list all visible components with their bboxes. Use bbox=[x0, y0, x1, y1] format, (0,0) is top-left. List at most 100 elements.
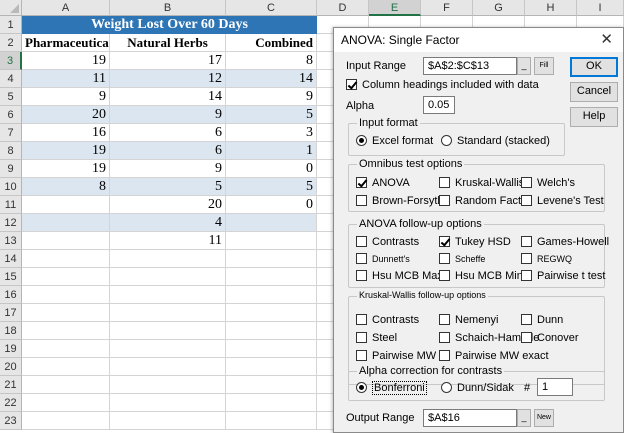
help-button[interactable]: Help bbox=[570, 107, 618, 127]
row-header-22[interactable]: 22 bbox=[0, 394, 22, 412]
empty-cell[interactable] bbox=[110, 340, 226, 358]
fill-button[interactable]: Fill bbox=[534, 57, 554, 75]
data-cell[interactable]: 19 bbox=[22, 52, 110, 70]
empty-cell[interactable] bbox=[22, 412, 110, 430]
column-headings-checkbox[interactable]: Column headings included with data bbox=[346, 79, 539, 93]
conover-checkbox[interactable]: Conover bbox=[521, 332, 579, 346]
empty-cell[interactable] bbox=[110, 250, 226, 268]
data-cell[interactable]: 8 bbox=[226, 52, 317, 70]
data-cell[interactable]: 3 bbox=[226, 124, 317, 142]
radio-excel-format[interactable]: Excel format bbox=[356, 135, 433, 149]
row-header-11[interactable]: 11 bbox=[0, 196, 22, 214]
new-button[interactable]: New bbox=[534, 409, 554, 427]
data-cell[interactable]: 14 bbox=[110, 88, 226, 106]
dunnett-checkbox[interactable]: Dunnett's bbox=[356, 253, 410, 267]
empty-cell[interactable] bbox=[22, 358, 110, 376]
data-cell[interactable] bbox=[22, 214, 110, 232]
header-cell-natural-herbs[interactable]: Natural Herbs bbox=[110, 34, 226, 52]
row-header-7[interactable]: 7 bbox=[0, 124, 22, 142]
data-cell[interactable]: 9 bbox=[226, 88, 317, 106]
empty-cell[interactable] bbox=[22, 376, 110, 394]
scheffe-checkbox[interactable]: Scheffe bbox=[439, 253, 485, 267]
data-cell[interactable]: 5 bbox=[226, 178, 317, 196]
data-cell[interactable]: 11 bbox=[22, 70, 110, 88]
empty-cell[interactable] bbox=[226, 340, 317, 358]
data-cell[interactable]: 1 bbox=[226, 142, 317, 160]
row-header-5[interactable]: 5 bbox=[0, 88, 22, 106]
hsu-mcb-min-checkbox[interactable]: Hsu MCB Min bbox=[439, 270, 523, 284]
empty-cell[interactable] bbox=[226, 412, 317, 430]
column-header-g[interactable]: G bbox=[473, 0, 525, 16]
data-cell[interactable]: 5 bbox=[110, 178, 226, 196]
column-header-e[interactable]: E bbox=[369, 0, 421, 16]
ok-button[interactable]: OK bbox=[570, 57, 618, 77]
column-header-d[interactable]: D bbox=[317, 0, 369, 16]
row-header-21[interactable]: 21 bbox=[0, 376, 22, 394]
row-header-14[interactable]: 14 bbox=[0, 250, 22, 268]
empty-cell[interactable] bbox=[226, 304, 317, 322]
tukey-hsd-checkbox[interactable]: Tukey HSD bbox=[439, 236, 511, 250]
empty-cell[interactable] bbox=[110, 394, 226, 412]
empty-cell[interactable] bbox=[226, 250, 317, 268]
row-header-1[interactable]: 1 bbox=[0, 16, 22, 34]
empty-cell[interactable] bbox=[22, 268, 110, 286]
row-header-4[interactable]: 4 bbox=[0, 70, 22, 88]
header-cell-pharmaceutical[interactable]: Pharmaceutical bbox=[22, 34, 110, 52]
radio-dunn-sidak[interactable]: Dunn/Sidak bbox=[441, 382, 514, 396]
alpha-field[interactable]: 0.05 bbox=[423, 96, 455, 114]
row-header-15[interactable]: 15 bbox=[0, 268, 22, 286]
data-cell[interactable] bbox=[22, 196, 110, 214]
data-cell[interactable]: 0 bbox=[226, 196, 317, 214]
row-header-3[interactable]: 3 bbox=[0, 52, 22, 70]
empty-cell[interactable] bbox=[226, 286, 317, 304]
empty-cell[interactable] bbox=[22, 304, 110, 322]
column-header-i[interactable]: I bbox=[577, 0, 624, 16]
games-howell-checkbox[interactable]: Games-Howell bbox=[521, 236, 609, 250]
data-cell[interactable]: 20 bbox=[110, 196, 226, 214]
radio-standard-stacked[interactable]: Standard (stacked) bbox=[441, 135, 550, 149]
data-cell[interactable]: 9 bbox=[110, 106, 226, 124]
input-range-field[interactable]: $A$2:$C$13 bbox=[423, 57, 517, 75]
data-cell[interactable]: 6 bbox=[110, 142, 226, 160]
data-cell[interactable]: 6 bbox=[110, 124, 226, 142]
empty-cell[interactable] bbox=[226, 376, 317, 394]
close-icon[interactable]: ✕ bbox=[600, 30, 613, 48]
empty-cell[interactable] bbox=[110, 412, 226, 430]
data-cell[interactable]: 8 bbox=[22, 178, 110, 196]
empty-cell[interactable] bbox=[110, 286, 226, 304]
empty-cell[interactable] bbox=[110, 304, 226, 322]
pairwise-mw-exact-checkbox[interactable]: Pairwise MW exact bbox=[439, 350, 549, 364]
output-range-dropdown-button[interactable]: _ bbox=[517, 409, 531, 427]
data-cell[interactable] bbox=[22, 232, 110, 250]
empty-cell[interactable] bbox=[110, 376, 226, 394]
dunn-checkbox[interactable]: Dunn bbox=[521, 314, 563, 328]
sheet-title-cell[interactable]: Weight Lost Over 60 Days bbox=[22, 16, 317, 34]
empty-cell[interactable] bbox=[110, 268, 226, 286]
row-header-12[interactable]: 12 bbox=[0, 214, 22, 232]
radio-bonferroni[interactable]: Bonferroni bbox=[356, 381, 427, 396]
data-cell[interactable] bbox=[226, 214, 317, 232]
row-header-10[interactable]: 10 bbox=[0, 178, 22, 196]
random-factor-checkbox[interactable]: Random Factor bbox=[439, 195, 531, 209]
data-cell[interactable]: 19 bbox=[22, 160, 110, 178]
data-cell[interactable]: 11 bbox=[110, 232, 226, 250]
nemenyi-checkbox[interactable]: Nemenyi bbox=[439, 314, 498, 328]
row-header-9[interactable]: 9 bbox=[0, 160, 22, 178]
empty-cell[interactable] bbox=[22, 394, 110, 412]
data-cell[interactable]: 17 bbox=[110, 52, 226, 70]
kruskal-wallis-checkbox[interactable]: Kruskal-Wallis bbox=[439, 177, 524, 191]
row-header-18[interactable]: 18 bbox=[0, 322, 22, 340]
column-header-b[interactable]: B bbox=[110, 0, 226, 16]
steel-checkbox[interactable]: Steel bbox=[356, 332, 397, 346]
empty-cell[interactable] bbox=[22, 322, 110, 340]
column-header-f[interactable]: F bbox=[421, 0, 473, 16]
row-header-23[interactable]: 23 bbox=[0, 412, 22, 430]
pairwise-mw-checkbox[interactable]: Pairwise MW bbox=[356, 350, 436, 364]
input-range-dropdown-button[interactable]: _ bbox=[517, 57, 531, 75]
row-header-20[interactable]: 20 bbox=[0, 358, 22, 376]
empty-cell[interactable] bbox=[22, 286, 110, 304]
brown-forsythe-checkbox[interactable]: Brown-Forsythe bbox=[356, 195, 450, 209]
data-cell[interactable] bbox=[226, 232, 317, 250]
kw-contrasts-checkbox[interactable]: Contrasts bbox=[356, 314, 419, 328]
hsu-mcb-max-checkbox[interactable]: Hsu MCB Max bbox=[356, 270, 443, 284]
